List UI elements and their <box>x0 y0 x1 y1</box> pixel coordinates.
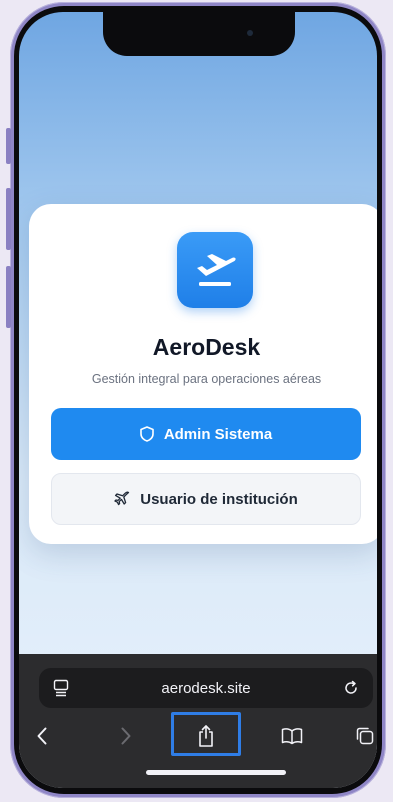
address-bar[interactable]: aerodesk.site <box>39 668 373 708</box>
share-icon <box>199 725 213 747</box>
tabs-button[interactable] <box>353 716 377 756</box>
tabs-icon <box>356 727 374 745</box>
app-subtitle: Gestión integral para operaciones aéreas <box>91 372 322 386</box>
back-icon <box>37 727 47 745</box>
reload-icon[interactable] <box>343 680 359 696</box>
home-indicator <box>146 770 286 775</box>
notch <box>103 12 295 56</box>
admin-sistema-label: Admin Sistema <box>163 425 273 443</box>
phone-screen: AeroDesk Gestión integral para operacion… <box>19 12 377 788</box>
login-card: AeroDesk Gestión integral para operacion… <box>29 204 377 544</box>
bookmarks-icon <box>281 728 303 745</box>
back-button[interactable] <box>27 716 57 756</box>
volume-up-button <box>6 188 11 250</box>
bookmarks-button[interactable] <box>274 716 310 756</box>
plane-departure-icon <box>197 254 236 286</box>
volume-down-button <box>6 266 11 328</box>
usuario-institucion-label: Usuario de institución <box>140 490 298 508</box>
tab-overview-icon[interactable] <box>53 679 69 697</box>
app-logo <box>177 232 253 308</box>
safari-browser-bar: aerodesk.site <box>19 654 377 788</box>
plane-icon <box>114 491 130 506</box>
front-camera <box>247 30 253 36</box>
forward-button[interactable] <box>111 716 141 756</box>
share-button[interactable] <box>186 716 226 756</box>
shield-icon <box>140 426 154 442</box>
browser-toolbar <box>19 712 377 756</box>
mute-switch <box>6 128 11 164</box>
usuario-institucion-button[interactable]: Usuario de institución <box>51 473 361 525</box>
url-text[interactable]: aerodesk.site <box>69 680 343 697</box>
admin-sistema-button[interactable]: Admin Sistema <box>51 408 361 460</box>
forward-icon <box>121 727 131 745</box>
app-title: AeroDesk <box>152 334 261 360</box>
